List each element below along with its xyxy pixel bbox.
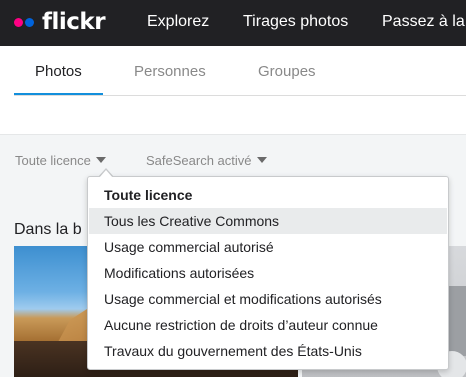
tab-groups[interactable]: Groupes bbox=[258, 63, 316, 81]
license-dropdown-menu: Toute licence Tous les Creative Commons … bbox=[87, 176, 449, 370]
nav-upgrade-link[interactable]: Passez à la v bbox=[382, 12, 466, 32]
license-option-modifications[interactable]: Modifications autorisées bbox=[89, 260, 447, 286]
search-type-tabs: Photos Personnes Groupes bbox=[0, 46, 466, 96]
logo-text: flickr bbox=[42, 9, 106, 35]
safesearch-filter-dropdown[interactable]: SafeSearch activé bbox=[146, 153, 267, 169]
filters-divider bbox=[0, 134, 466, 135]
section-heading: Dans la b bbox=[14, 221, 82, 238]
license-filter-label: Toute licence bbox=[15, 153, 91, 168]
tab-photos[interactable]: Photos bbox=[35, 63, 82, 81]
safesearch-filter-label: SafeSearch activé bbox=[146, 153, 252, 168]
tabs-divider bbox=[14, 95, 466, 96]
license-option-commercial-and-modifications[interactable]: Usage commercial et modifications autori… bbox=[89, 286, 447, 312]
nav-explore-link[interactable]: Explorez bbox=[147, 12, 209, 32]
chevron-down-icon bbox=[95, 157, 106, 163]
top-navigation-bar: flickr Explorez Tirages photos Passez à … bbox=[0, 0, 466, 46]
nav-prints-link[interactable]: Tirages photos bbox=[243, 12, 348, 32]
logo-blue-dot bbox=[25, 18, 34, 27]
license-option-all-creative-commons[interactable]: Tous les Creative Commons bbox=[89, 208, 447, 234]
license-option-us-government-works[interactable]: Travaux du gouvernement des États-Unis bbox=[89, 338, 447, 364]
license-filter-dropdown[interactable]: Toute licence bbox=[15, 153, 106, 169]
logo-pink-dot bbox=[14, 18, 23, 27]
license-option-commercial-use[interactable]: Usage commercial autorisé bbox=[89, 234, 447, 260]
license-option-any[interactable]: Toute licence bbox=[89, 182, 447, 208]
license-option-no-known-restrictions[interactable]: Aucune restriction de droits d’auteur co… bbox=[89, 312, 447, 338]
dropdown-pointer-fill bbox=[99, 170, 113, 178]
tab-people[interactable]: Personnes bbox=[134, 63, 206, 81]
chevron-down-icon bbox=[256, 157, 267, 163]
